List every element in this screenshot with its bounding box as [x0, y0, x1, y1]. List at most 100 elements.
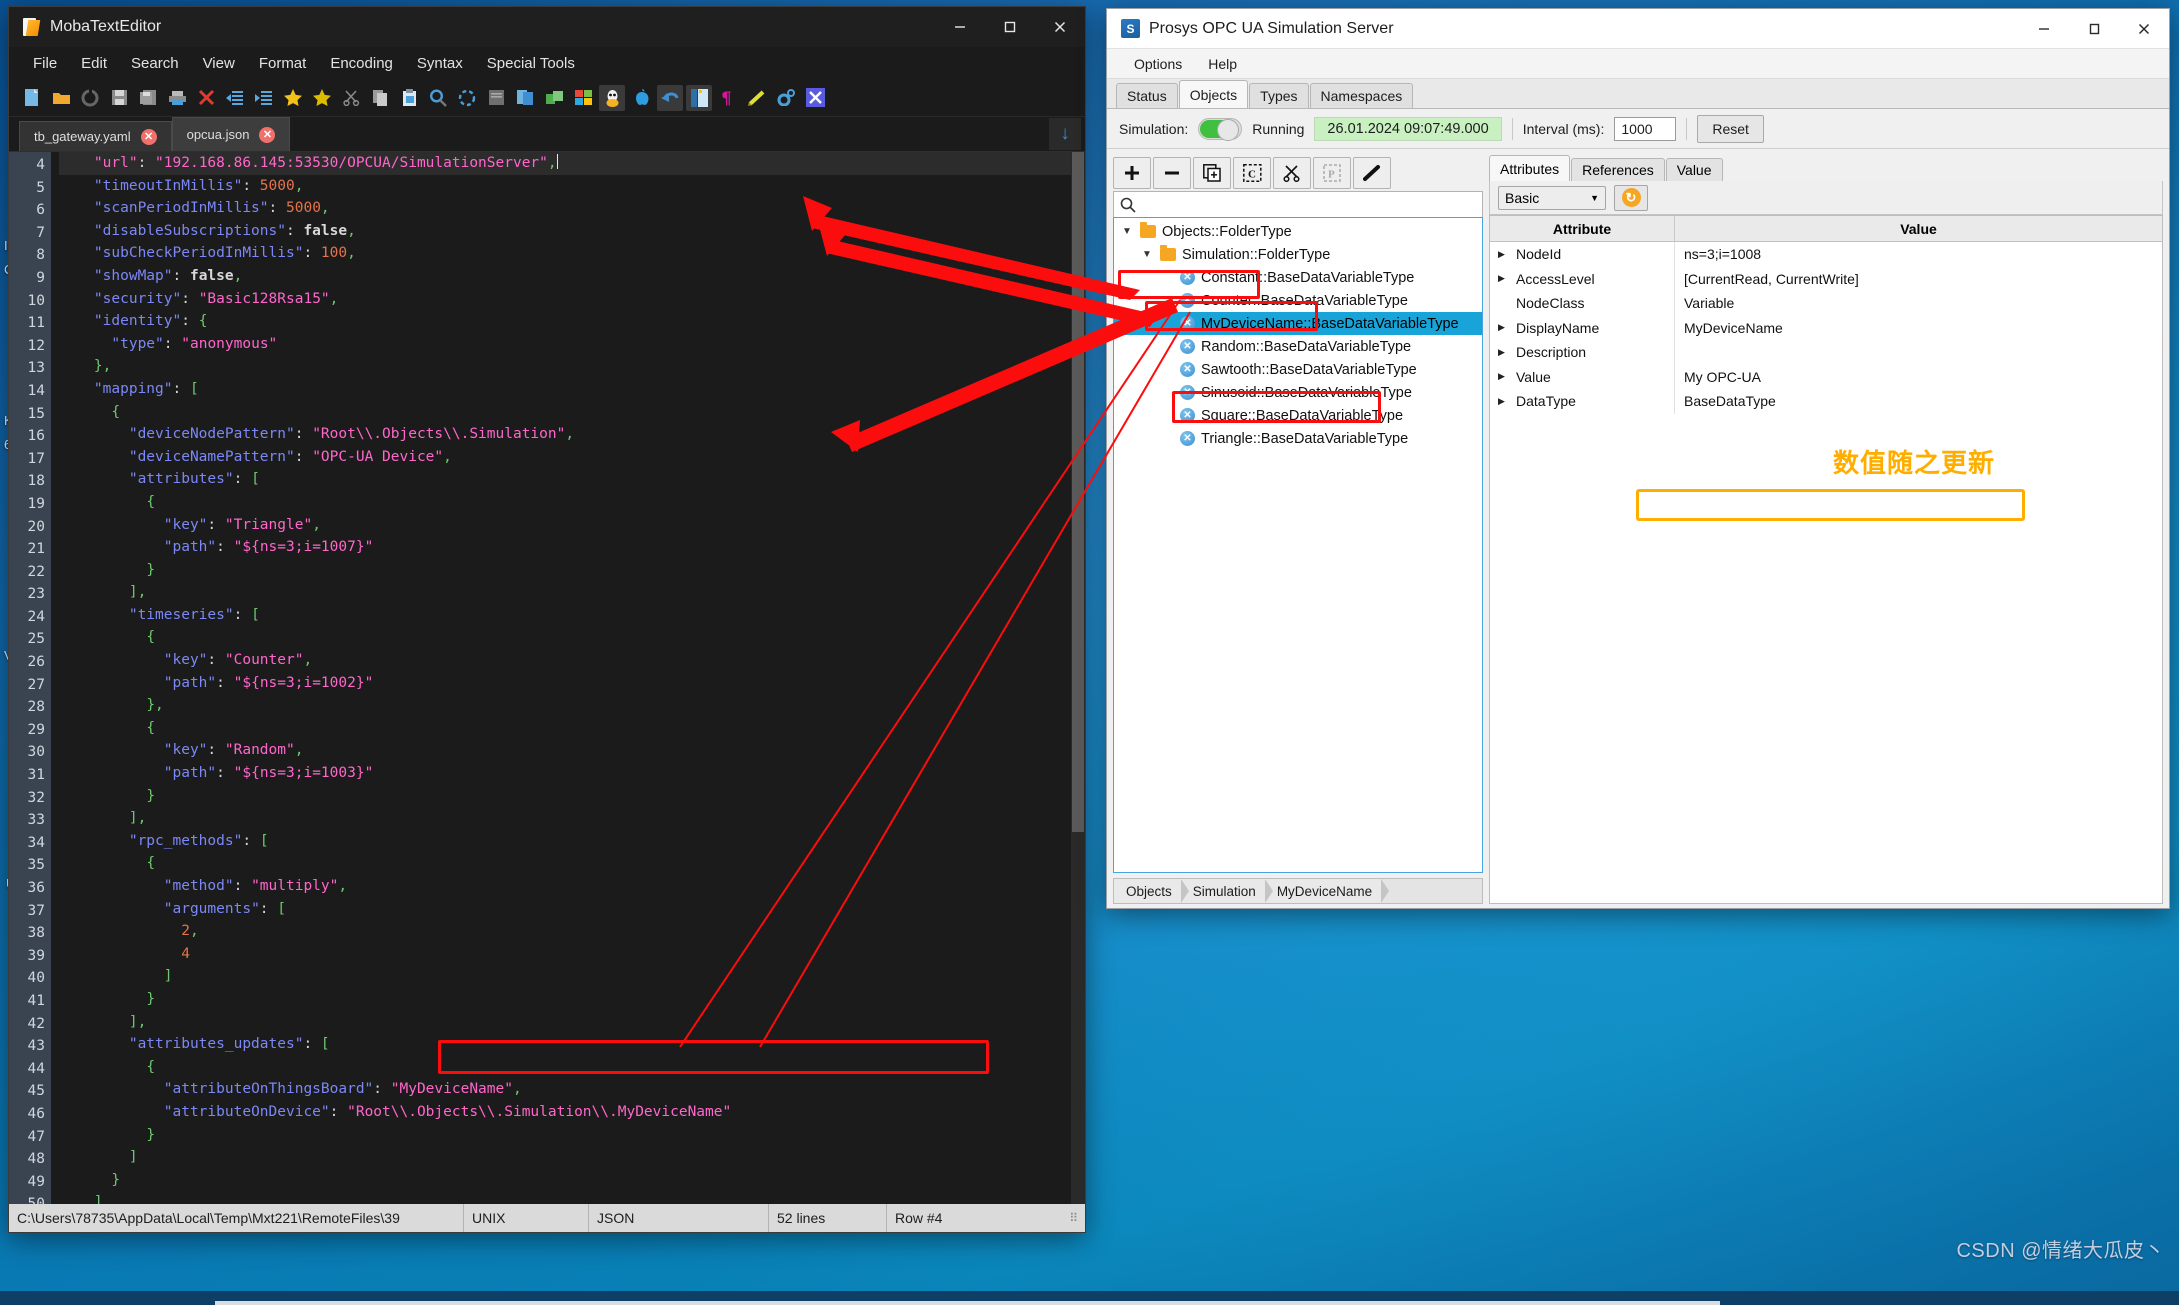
table-row[interactable]: ▶ValueMy OPC-UA	[1490, 365, 2162, 390]
tab-attributes[interactable]: Attributes	[1489, 155, 1570, 181]
pilcrow-icon[interactable]: ¶	[715, 85, 741, 111]
paste-icon[interactable]	[396, 85, 422, 111]
expand-triangle-icon[interactable]: ▶	[1498, 371, 1508, 382]
bookmark-icon[interactable]	[309, 85, 335, 111]
compare-icon[interactable]	[512, 85, 538, 111]
table-row[interactable]: ▶DisplayNameMyDeviceName	[1490, 316, 2162, 341]
cut-icon[interactable]	[338, 85, 364, 111]
tree-node-objects[interactable]: ▼Objects::FolderType	[1114, 220, 1482, 243]
expand-triangle-icon[interactable]: ▶	[1498, 396, 1508, 407]
code-line[interactable]: "arguments": [	[59, 898, 1085, 921]
maximize-icon[interactable]	[985, 7, 1035, 47]
menu-special-tools[interactable]: Special Tools	[475, 51, 587, 76]
objects-tree[interactable]: ▼Objects::FolderType▼Simulation::FolderT…	[1113, 217, 1483, 873]
code-line[interactable]: {	[59, 626, 1085, 649]
code-line[interactable]: ]	[59, 965, 1085, 988]
code-line[interactable]: {	[59, 491, 1085, 514]
undo-icon[interactable]	[657, 85, 683, 111]
menu-syntax[interactable]: Syntax	[405, 51, 475, 76]
code-line[interactable]: "rpc_methods": [	[59, 830, 1085, 853]
tab-opcua-json[interactable]: opcua.json ✕	[172, 117, 291, 151]
tab-close-icon[interactable]: ✕	[259, 127, 275, 143]
code-line[interactable]: "key": "Counter",	[59, 649, 1085, 672]
code-line[interactable]: }	[59, 559, 1085, 582]
table-row[interactable]: ▶DataTypeBaseDataType	[1490, 389, 2162, 414]
menu-encoding[interactable]: Encoding	[318, 51, 405, 76]
breadcrumb-objects[interactable]: Objects	[1114, 879, 1181, 903]
menu-format[interactable]: Format	[247, 51, 319, 76]
copy-icon[interactable]: C	[1233, 157, 1271, 189]
code-line[interactable]: },	[59, 355, 1085, 378]
code-line[interactable]: 4	[59, 943, 1085, 966]
code-line[interactable]: "method": "multiply",	[59, 875, 1085, 898]
minimize-icon[interactable]	[935, 7, 985, 47]
table-row[interactable]: ▶Description	[1490, 340, 2162, 365]
tab-objects[interactable]: Objects	[1179, 80, 1248, 108]
linux-icon[interactable]	[599, 85, 625, 111]
open-folder-icon[interactable]	[48, 85, 74, 111]
close-icon[interactable]	[2119, 9, 2169, 49]
close-icon[interactable]	[1035, 7, 1085, 47]
expand-triangle-icon[interactable]: ▶	[1498, 322, 1508, 333]
code-line[interactable]: "url": "192.168.86.145:53530/OPCUA/Simul…	[59, 152, 1085, 175]
code-line[interactable]: {	[59, 401, 1085, 424]
code-line[interactable]: "disableSubscriptions": false,	[59, 220, 1085, 243]
save-as-icon[interactable]	[135, 85, 161, 111]
code-line[interactable]: "security": "Basic128Rsa15",	[59, 288, 1085, 311]
code-line[interactable]: }	[59, 1169, 1085, 1192]
code-line[interactable]: "path": "${ns=3;i=1007}"	[59, 536, 1085, 559]
resize-grip-icon[interactable]: ⠿	[1069, 1211, 1085, 1225]
refresh-button[interactable]: ↻	[1614, 185, 1648, 211]
code-line[interactable]: ],	[59, 581, 1085, 604]
code-line[interactable]: "type": "anonymous"	[59, 333, 1085, 356]
code-line[interactable]: "key": "Random",	[59, 739, 1085, 762]
code-line[interactable]: "timeoutInMillis": 5000,	[59, 175, 1085, 198]
expand-triangle-icon[interactable]: ▶	[1498, 249, 1508, 260]
maximize-icon[interactable]	[2069, 9, 2119, 49]
minimize-icon[interactable]	[2019, 9, 2069, 49]
code-line[interactable]: "key": "Triangle",	[59, 514, 1085, 537]
code-line[interactable]: "mapping": [	[59, 378, 1085, 401]
code-line[interactable]: }	[59, 785, 1085, 808]
code-line[interactable]: {	[59, 852, 1085, 875]
copy-node-icon[interactable]	[1193, 157, 1231, 189]
tab-value[interactable]: Value	[1666, 158, 1723, 181]
copy-icon[interactable]	[367, 85, 393, 111]
code-line[interactable]: "showMap": false,	[59, 265, 1085, 288]
code-line[interactable]: }	[59, 1124, 1085, 1147]
find-icon[interactable]	[425, 85, 451, 111]
new-file-icon[interactable]	[19, 85, 45, 111]
tree-node-counter[interactable]: ✕Counter::BaseDataVariableType	[1114, 289, 1482, 312]
table-row[interactable]: ▶NodeIdns=3;i=1008	[1490, 242, 2162, 267]
reload-icon[interactable]	[77, 85, 103, 111]
code-line[interactable]: "scanPeriodInMillis": 5000,	[59, 197, 1085, 220]
code-line[interactable]: "path": "${ns=3;i=1002}"	[59, 672, 1085, 695]
simulation-toggle[interactable]	[1198, 118, 1242, 140]
code-line[interactable]: ],	[59, 807, 1085, 830]
table-row[interactable]: NodeClassVariable	[1490, 291, 2162, 316]
interval-input[interactable]: 1000	[1614, 117, 1676, 141]
mobatexteditor-window[interactable]: MobaTextEditor File Edit Search View For…	[8, 6, 1086, 1233]
code-line[interactable]: {	[59, 1056, 1085, 1079]
find-replace-icon[interactable]	[454, 85, 480, 111]
attribute-view-select[interactable]: Basic ▼	[1498, 186, 1606, 210]
menu-search[interactable]: Search	[119, 51, 191, 76]
close-x-icon[interactable]	[193, 85, 219, 111]
settings-icon[interactable]	[773, 85, 799, 111]
code-line[interactable]: "identity": {	[59, 310, 1085, 333]
scrollbar-thumb[interactable]	[1072, 152, 1084, 832]
menu-file[interactable]: File	[21, 51, 69, 76]
menu-view[interactable]: View	[191, 51, 247, 76]
indent-icon[interactable]	[251, 85, 277, 111]
code-line[interactable]: },	[59, 694, 1085, 717]
expand-triangle-icon[interactable]: ▶	[1498, 273, 1508, 284]
tree-node-constant[interactable]: ✕Constant::BaseDataVariableType	[1114, 266, 1482, 289]
code-line[interactable]: "attributeOnDevice": "Root\\.Objects\\.S…	[59, 1101, 1085, 1124]
expand-triangle-icon[interactable]: ▶	[1498, 347, 1508, 358]
print-icon[interactable]	[164, 85, 190, 111]
code-line[interactable]: ]	[59, 1191, 1085, 1204]
paste-icon[interactable]: P	[1313, 157, 1351, 189]
taskbar[interactable]	[0, 1291, 2179, 1305]
breadcrumb-simulation[interactable]: Simulation	[1181, 879, 1265, 903]
tree-node-square[interactable]: ✕Square::BaseDataVariableType	[1114, 404, 1482, 427]
